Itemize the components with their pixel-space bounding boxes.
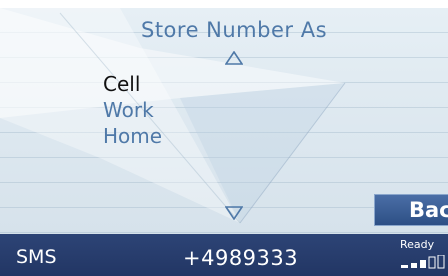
status-bar: SMS +4989333 Ready <box>0 234 448 276</box>
scroll-up-arrow-icon[interactable] <box>225 51 243 65</box>
back-button[interactable]: Back <box>374 194 448 226</box>
top-margin <box>0 0 448 8</box>
list-item-cell[interactable]: Cell <box>103 71 162 97</box>
mode-label: SMS <box>16 246 57 268</box>
list-item-work[interactable]: Work <box>103 97 162 123</box>
page-title: Store Number As <box>140 18 328 42</box>
store-as-list: Cell Work Home <box>103 71 162 149</box>
phone-number: +4989333 <box>183 246 299 270</box>
signal-strength-icon <box>401 255 445 269</box>
menu-screen: Store Number As Cell Work Home Back <box>0 8 448 234</box>
list-item-home[interactable]: Home <box>103 123 162 149</box>
scroll-down-arrow-icon[interactable] <box>225 206 243 220</box>
ready-status: Ready <box>400 238 435 251</box>
back-button-label: Back <box>409 198 448 222</box>
